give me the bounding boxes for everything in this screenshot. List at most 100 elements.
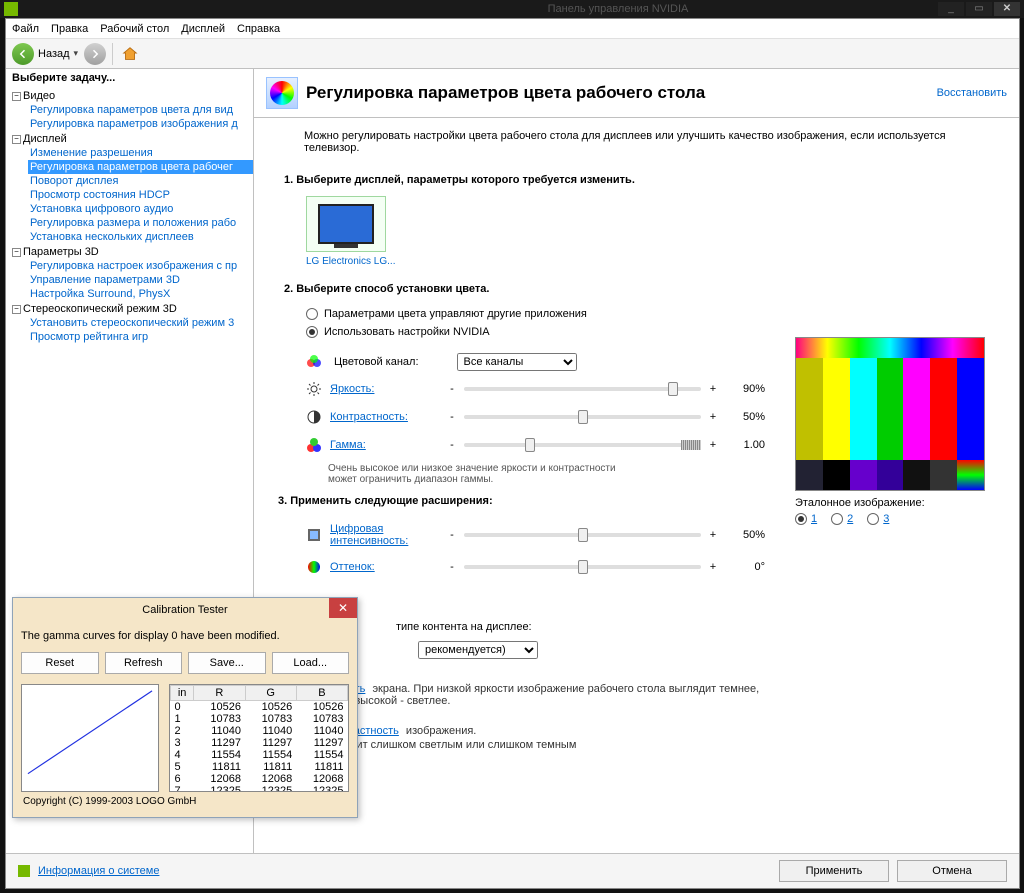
- tree-item[interactable]: Управление параметрами 3D: [28, 273, 253, 287]
- tree-item[interactable]: Поворот дисплея: [28, 174, 253, 188]
- reset-button[interactable]: Reset: [21, 652, 99, 674]
- menu-file[interactable]: Файл: [12, 23, 39, 35]
- back-button[interactable]: Назад ▾: [12, 43, 78, 65]
- refresh-button[interactable]: Refresh: [105, 652, 183, 674]
- dropdown-icon: ▾: [74, 48, 79, 59]
- monitor-icon: [318, 204, 374, 244]
- section-title: 3. Применить следующие расширения:: [278, 495, 765, 507]
- content-type-select[interactable]: рекомендуется): [418, 641, 538, 659]
- table-row[interactable]: 3112971129711297: [171, 737, 348, 749]
- ref-radio-2[interactable]: 2: [831, 513, 853, 525]
- menu-desktop[interactable]: Рабочий стол: [100, 23, 169, 35]
- gamma-curve-graph: [21, 684, 159, 792]
- tree-header: Выберите задачу...: [6, 69, 253, 87]
- color-channel-select[interactable]: Все каналы: [457, 353, 577, 371]
- hue-icon: [306, 559, 322, 575]
- tree-item[interactable]: Установка нескольких дисплеев: [28, 230, 253, 244]
- gamma-table[interactable]: inRGB 0105261052610526110783107831078321…: [169, 684, 349, 792]
- tree-item[interactable]: Просмотр состояния HDCP: [28, 188, 253, 202]
- apply-button[interactable]: Применить: [779, 860, 889, 882]
- titlebar-title: Панель управления NVIDIA: [548, 3, 689, 15]
- table-row[interactable]: 5118111181111811: [171, 761, 348, 773]
- calibration-tester-window[interactable]: Calibration Tester ✕ The gamma curves fo…: [12, 597, 358, 818]
- display-label: LG Electronics LG...: [306, 256, 395, 267]
- tree-group-3d[interactable]: −Параметры 3D: [10, 245, 253, 259]
- digital-vibrance-value: 50%: [725, 529, 765, 541]
- table-row[interactable]: 2110401104011040: [171, 725, 348, 737]
- minimize-button[interactable]: _: [938, 2, 964, 16]
- hue-row: Оттенок: - + 0°: [284, 553, 765, 581]
- brightness-icon: [306, 381, 322, 397]
- gamma-value: 1.00: [725, 439, 765, 451]
- menu-edit[interactable]: Правка: [51, 23, 88, 35]
- system-info-link[interactable]: Информация о системе: [38, 865, 159, 877]
- color-bars-preview: [795, 337, 985, 491]
- radio-other-apps[interactable]: Параметрами цвета управляют другие прило…: [284, 305, 995, 323]
- table-row[interactable]: 7123251232512325: [171, 785, 348, 792]
- home-button[interactable]: [119, 43, 141, 65]
- menu-help[interactable]: Справка: [237, 23, 280, 35]
- tree-item[interactable]: Просмотр рейтинга игр: [28, 330, 253, 344]
- close-icon[interactable]: ✕: [329, 598, 357, 618]
- reference-image-panel: Эталонное изображение: 1 2 3: [795, 337, 995, 767]
- contrast-label[interactable]: Контрастность:: [330, 411, 408, 423]
- contrast-slider[interactable]: [464, 415, 701, 419]
- menubar: Файл Правка Рабочий стол Дисплей Справка: [6, 19, 1019, 39]
- section-select-display: 1. Выберите дисплей, параметры которого …: [254, 166, 1019, 275]
- tree-group-stereo[interactable]: −Стереоскопический режим 3D: [10, 302, 253, 316]
- copyright-text: Copyright (C) 1999-2003 LOGO GmbH: [21, 792, 349, 809]
- content-type-label: типе контента на дисплее:: [396, 621, 532, 633]
- table-row[interactable]: 1107831078310783: [171, 713, 348, 725]
- nvidia-icon: [4, 2, 18, 16]
- tree-group-display[interactable]: −Дисплей: [10, 132, 253, 146]
- contrast-value: 50%: [725, 411, 765, 423]
- restore-defaults-link[interactable]: Восстановить: [937, 87, 1007, 99]
- tree-item[interactable]: Настройка Surround, PhysX: [28, 287, 253, 301]
- hue-slider[interactable]: [464, 565, 701, 569]
- tree-item-selected[interactable]: Регулировка параметров цвета рабочег: [28, 160, 253, 174]
- table-row[interactable]: 0105261052610526: [171, 701, 348, 714]
- gamma-label[interactable]: Гамма:: [330, 439, 366, 451]
- digital-vibrance-slider[interactable]: [464, 533, 701, 537]
- tree-item[interactable]: Регулировка параметров цвета для вид: [28, 103, 253, 117]
- cancel-button[interactable]: Отмена: [897, 860, 1007, 882]
- close-button[interactable]: ✕: [994, 2, 1020, 16]
- tree-item[interactable]: Установить стереоскопический режим 3: [28, 316, 253, 330]
- ref-radio-1[interactable]: 1: [795, 513, 817, 525]
- content-area: Регулировка параметров цвета рабочего ст…: [254, 69, 1019, 853]
- display-thumbnail[interactable]: LG Electronics LG...: [306, 196, 395, 267]
- table-row[interactable]: 4115541155411554: [171, 749, 348, 761]
- save-button[interactable]: Save...: [188, 652, 266, 674]
- radio-icon: [306, 326, 318, 338]
- forward-button[interactable]: [84, 43, 106, 65]
- tree-group-video[interactable]: −Видео: [10, 89, 253, 103]
- section-title: 1. Выберите дисплей, параметры которого …: [284, 174, 995, 186]
- menu-display[interactable]: Дисплей: [181, 23, 225, 35]
- color-channel-icon: [306, 354, 322, 370]
- gamma-note: Очень высокое или низкое значение яркост…: [284, 459, 624, 495]
- section-title: 2. Выберите способ установки цвета.: [284, 283, 995, 295]
- load-button[interactable]: Load...: [272, 652, 350, 674]
- tree-item[interactable]: Изменение разрешения: [28, 146, 253, 160]
- tree-item[interactable]: Установка цифрового аудио: [28, 202, 253, 216]
- digital-vibrance-label[interactable]: Цифровая интенсивность:: [330, 523, 408, 547]
- os-titlebar: Панель управления NVIDIA _ ▭ ✕: [0, 0, 1024, 18]
- brightness-slider[interactable]: [464, 387, 701, 391]
- tree-item[interactable]: Регулировка размера и положения рабо: [28, 216, 253, 230]
- back-label: Назад: [38, 48, 70, 60]
- toolbar: Назад ▾: [6, 39, 1019, 69]
- contrast-row: Контрастность: - + 50%: [284, 403, 765, 431]
- calibration-titlebar[interactable]: Calibration Tester ✕: [13, 598, 357, 622]
- footer: Информация о системе Применить Отмена: [6, 853, 1019, 888]
- hue-label[interactable]: Оттенок:: [330, 561, 375, 573]
- table-row[interactable]: 6120681206812068: [171, 773, 348, 785]
- ref-radio-3[interactable]: 3: [867, 513, 889, 525]
- page-icon: [266, 77, 298, 109]
- tree-item[interactable]: Регулировка параметров изображения д: [28, 117, 253, 131]
- gamma-slider[interactable]: [464, 443, 701, 447]
- brightness-value: 90%: [725, 383, 765, 395]
- tree-item[interactable]: Регулировка настроек изображения с пр: [28, 259, 253, 273]
- maximize-button[interactable]: ▭: [966, 2, 992, 16]
- page-title: Регулировка параметров цвета рабочего ст…: [306, 83, 929, 103]
- brightness-label[interactable]: Яркость:: [330, 383, 374, 395]
